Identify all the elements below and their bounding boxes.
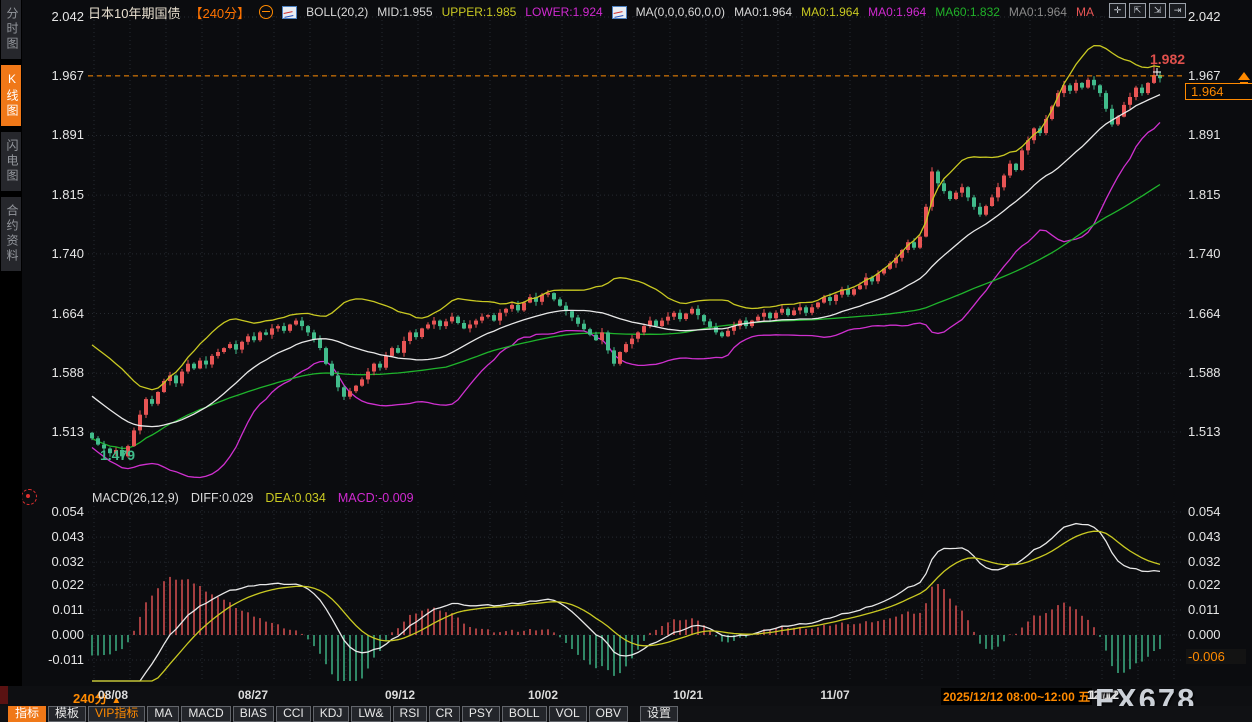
sidebar: 分时图 K线图闪电图合约资料: [0, 0, 22, 686]
y-axis-label: 0.043: [30, 530, 84, 544]
y-axis-label: 1.740: [1188, 247, 1248, 261]
boll-upper-value: UPPER:1.985: [442, 5, 517, 19]
indicator-marker-icon: [21, 489, 37, 505]
y-axis-label: 0.054: [30, 505, 84, 519]
y-axis-label: 0.043: [1188, 530, 1248, 544]
period-indicator[interactable]: 【240分】: [189, 3, 250, 22]
toolbar-button-cr[interactable]: CR: [429, 706, 460, 722]
toolbar-button-bias[interactable]: BIAS: [233, 706, 274, 722]
y-axis-label: 0.032: [30, 555, 84, 569]
toolbar-button-templates[interactable]: 模板: [48, 706, 86, 722]
macd-current-badge: -0.006: [1186, 649, 1246, 664]
macd-header: MACD(26,12,9) DIFF:0.029 DEA:0.034 MACD:…: [92, 491, 414, 505]
session-low-label: 1.479: [100, 447, 135, 463]
y-axis-label: 2.042: [30, 10, 84, 24]
chart-header: 日本10年期国债 【240分】 BOLL(20,2) MID:1.955 UPP…: [88, 3, 1094, 21]
y-axis-label: 0.011: [30, 603, 84, 617]
x-axis-label-09-12: 09/12: [385, 688, 415, 702]
toolbar-button-psy[interactable]: PSY: [462, 706, 500, 722]
x-axis-label-11-07: 11/07: [820, 688, 849, 702]
current-price-badge: 1.964: [1185, 83, 1252, 100]
toolbar-button-cci[interactable]: CCI: [276, 706, 311, 722]
toolbar-button-rsi[interactable]: RSI: [393, 706, 427, 722]
ma0-white-value: MA0:1.964: [734, 5, 792, 19]
boll-mid-value: MID:1.955: [377, 5, 432, 19]
y-axis-label: 1.891: [1188, 128, 1248, 142]
symbol-name: 日本10年期国债: [88, 3, 180, 22]
y-axis-label: 1.588: [30, 366, 84, 380]
y-axis-label: 0.022: [1188, 578, 1248, 592]
y-axis-label: 0.000: [30, 628, 84, 642]
ma-chart-icon[interactable]: [612, 6, 627, 19]
chart-canvas[interactable]: [0, 0, 1252, 686]
toolbar-button-vip-indicators[interactable]: VIP指标: [88, 706, 145, 722]
y-axis-label: 1.967: [30, 69, 84, 83]
y-axis-label: 0.022: [30, 578, 84, 592]
time-axis-row: 240分 ▲ 2025/12/12 08:00~12:00 五 12/12 08…: [0, 686, 1252, 706]
boll-chart-icon[interactable]: [282, 6, 297, 19]
toolbar-button-obv[interactable]: OBV: [589, 706, 628, 722]
toolbar-button-ma[interactable]: MA: [147, 706, 179, 722]
y-axis-label: 0.000: [1188, 628, 1248, 642]
y-axis-label: 1.967: [1188, 69, 1248, 83]
y-axis-label: 1.664: [30, 307, 84, 321]
corner-block: [0, 686, 8, 704]
toolbar-button-macd[interactable]: MACD: [181, 706, 230, 722]
y-axis-label: 1.740: [30, 247, 84, 261]
y-axis-label: 1.815: [1188, 188, 1248, 202]
trading-app-window: 分时图 K线图闪电图合约资料 日本10年期国债 【240分】 BOLL(20,2)…: [0, 0, 1252, 722]
x-axis-label-08-08: 08/08: [98, 688, 128, 702]
y-axis-label: 2.042: [1188, 10, 1248, 24]
ma0-gray-value: MA0:1.964: [1009, 5, 1067, 19]
macd-diff-value: DIFF:0.029: [191, 491, 254, 505]
exit-panel-icon[interactable]: ⇥: [1169, 3, 1186, 18]
session-time-label: 2025/12/12 08:00~12:00 五: [941, 688, 1092, 705]
chart-tool-icons: ✛⇱⇲⇥: [1109, 3, 1186, 18]
y-axis-label: 0.032: [1188, 555, 1248, 569]
toolbar-button-indicators[interactable]: 指标: [8, 706, 46, 722]
toolbar-button-settings[interactable]: 设置: [640, 706, 678, 722]
x-axis-label-08-27: 08/27: [238, 688, 268, 702]
y-axis-label: 1.815: [30, 188, 84, 202]
ma60-value: MA60:1.832: [935, 5, 1000, 19]
sidebar-tab-lightning-chart[interactable]: 闪电图: [1, 132, 21, 191]
zoom-in-chart-icon[interactable]: ⇲: [1149, 3, 1166, 18]
ma-group-label: MA(0,0,0,60,0,0): [636, 5, 725, 19]
boll-label: BOLL(20,2): [306, 5, 368, 19]
move-icon[interactable]: ✛: [1109, 3, 1126, 18]
y-axis-label: 1.588: [1188, 366, 1248, 380]
ma0-yellow-value: MA0:1.964: [801, 5, 859, 19]
zoom-out-chart-icon[interactable]: ⇱: [1129, 3, 1146, 18]
y-axis-label: 0.011: [1188, 603, 1248, 617]
toolbar-button-boll[interactable]: BOLL: [502, 706, 547, 722]
x-axis-label-10-02: 10/02: [528, 688, 558, 702]
macd-value: MACD:-0.009: [338, 491, 414, 505]
ma-red-label: MA: [1076, 5, 1094, 19]
indicator-toolbar: 指标模板VIP指标MAMACDBIASCCIKDJLW&RSICRPSYBOLL…: [0, 706, 1252, 722]
collapse-indicator-icon[interactable]: [259, 5, 273, 19]
y-axis-label: 1.513: [30, 425, 84, 439]
toolbar-button-kdj[interactable]: KDJ: [313, 706, 350, 722]
y-axis-label: 0.054: [1188, 505, 1248, 519]
macd-dea-value: DEA:0.034: [265, 491, 325, 505]
ma0-magenta-value: MA0:1.964: [868, 5, 926, 19]
y-axis-label: 1.664: [1188, 307, 1248, 321]
y-axis-label: -0.011: [30, 653, 84, 667]
sidebar-tab-contract-info[interactable]: 合约资料: [1, 197, 21, 271]
sidebar-tab-kline-chart[interactable]: K线图: [1, 65, 21, 126]
y-axis-label: 1.891: [30, 128, 84, 142]
toolbar-button-vol[interactable]: VOL: [549, 706, 587, 722]
y-axis-label: 1.513: [1188, 425, 1248, 439]
toolbar-button-lw[interactable]: LW&: [351, 706, 390, 722]
x-axis-label-10-21: 10/21: [673, 688, 703, 702]
macd-params-label: MACD(26,12,9): [92, 491, 179, 505]
session-high-label: 1.982: [1150, 51, 1185, 67]
boll-lower-value: LOWER:1.924: [525, 5, 602, 19]
sidebar-tab-time-chart[interactable]: 分时图: [1, 0, 21, 59]
